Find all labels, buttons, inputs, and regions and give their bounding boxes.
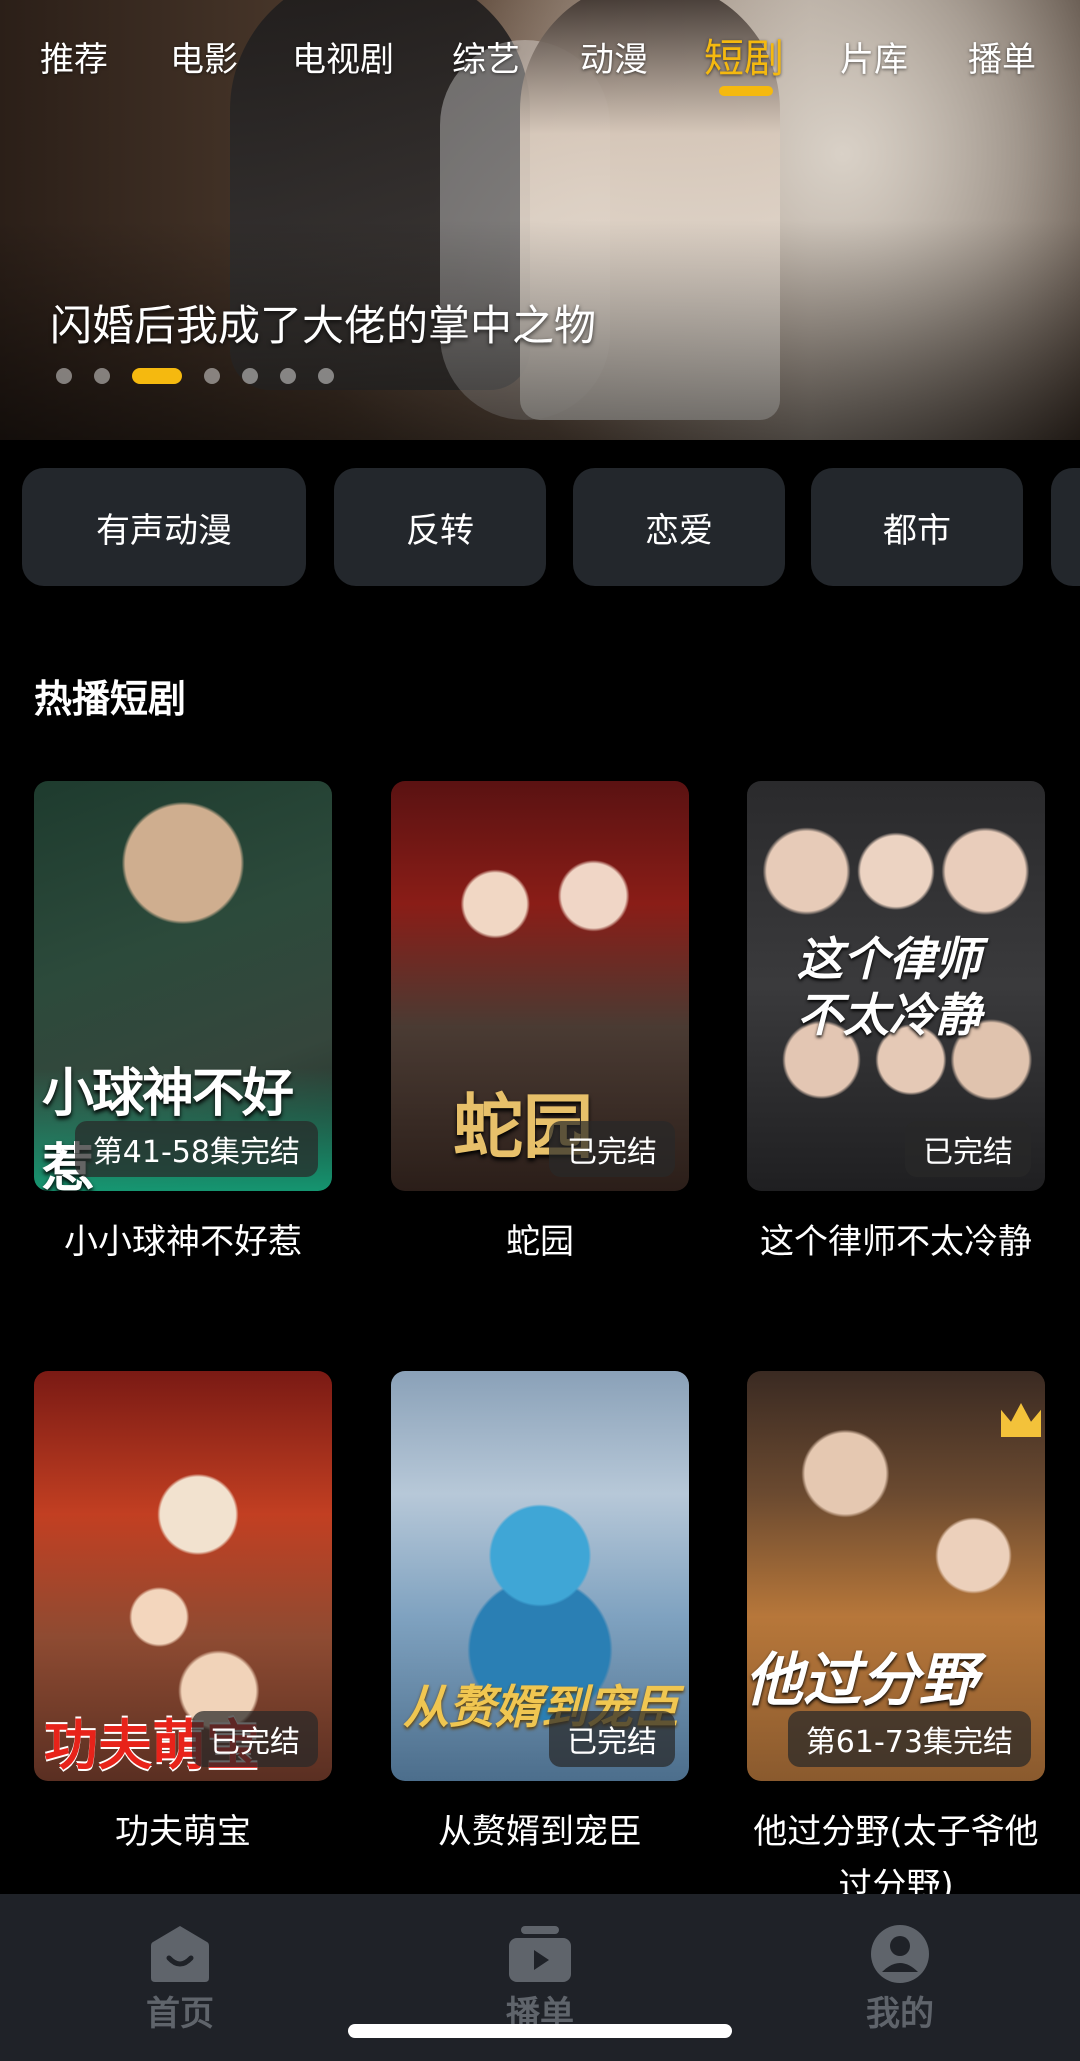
tab-library[interactable]: 片库 — [840, 32, 908, 81]
hero-title[interactable]: 闪婚后我成了大佬的掌中之物 — [50, 292, 596, 353]
tab-variety[interactable]: 综艺 — [452, 32, 520, 81]
hero-banner[interactable]: 推荐 电影 电视剧 综艺 动漫 短剧 片库 播单 闪婚后我成了大佬的掌中之物 — [0, 0, 1080, 440]
poster-title-art: 他过分野 — [747, 1646, 978, 1714]
nav-home-label: 首页 — [146, 1994, 214, 2034]
carousel-dot[interactable] — [280, 368, 296, 384]
drama-title[interactable]: 蛇园 — [391, 1215, 689, 1269]
profile-icon — [871, 1925, 929, 1983]
carousel-dot-active[interactable] — [132, 368, 182, 384]
tab-short-drama[interactable]: 短剧 — [704, 26, 784, 84]
category-chips: 有声动漫 反转 恋爱 都市 — [0, 468, 1080, 586]
drama-title[interactable]: 他过分野(太子爷他过分野) — [747, 1805, 1045, 1894]
section-title: 热播短剧 — [34, 677, 187, 721]
carousel-dot[interactable] — [204, 368, 220, 384]
nav-profile[interactable]: 我的 — [820, 1924, 980, 2035]
carousel-dot[interactable] — [242, 368, 258, 384]
playlist-icon — [509, 1926, 571, 1982]
chip-more[interactable] — [1051, 468, 1080, 586]
drama-poster[interactable]: 功夫萌宝 已完结 — [34, 1371, 332, 1781]
top-tab-bar: 推荐 电影 电视剧 综艺 动漫 短剧 片库 播单 — [0, 20, 1080, 110]
episode-badge: 第41-58集完结 — [74, 1121, 318, 1177]
poster-title-art: 这个律师不太冷静 — [797, 932, 981, 1042]
chip-reversal[interactable]: 反转 — [334, 468, 546, 586]
drama-card[interactable]: 小球神不好惹 第41-58集完结 小小球神不好惹 — [34, 781, 332, 1269]
tab-anime[interactable]: 动漫 — [580, 32, 648, 81]
episode-badge: 第61-73集完结 — [787, 1711, 1031, 1767]
episode-badge: 已完结 — [549, 1121, 675, 1177]
drama-card[interactable]: 他过分野 第61-73集完结 他过分野(太子爷他过分野) — [747, 1371, 1045, 1894]
active-tab-indicator — [719, 86, 773, 96]
nav-playlist[interactable]: 播单 — [460, 1924, 620, 2035]
carousel-dot[interactable] — [318, 368, 334, 384]
nav-home[interactable]: 首页 — [100, 1924, 260, 2035]
drama-card[interactable]: 从赘婿到宠臣 已完结 从赘婿到宠臣 — [391, 1371, 689, 1859]
drama-poster[interactable]: 蛇园 已完结 — [391, 781, 689, 1191]
crown-icon — [1001, 1403, 1041, 1437]
drama-title[interactable]: 这个律师不太冷静 — [747, 1215, 1045, 1269]
drama-title[interactable]: 小小球神不好惹 — [34, 1215, 332, 1269]
drama-poster[interactable]: 从赘婿到宠臣 已完结 — [391, 1371, 689, 1781]
drama-poster[interactable]: 他过分野 第61-73集完结 — [747, 1371, 1045, 1781]
drama-card[interactable]: 这个律师不太冷静 已完结 这个律师不太冷静 — [747, 781, 1045, 1269]
drama-poster[interactable]: 这个律师不太冷静 已完结 — [747, 781, 1045, 1191]
tab-tv-series[interactable]: 电视剧 — [292, 32, 394, 81]
tab-playlist[interactable]: 播单 — [968, 32, 1036, 81]
nav-profile-label: 我的 — [866, 1994, 934, 2034]
chip-romance[interactable]: 恋爱 — [573, 468, 785, 586]
episode-badge: 已完结 — [192, 1711, 318, 1767]
carousel-dot[interactable] — [56, 368, 72, 384]
carousel-dot[interactable] — [94, 368, 110, 384]
drama-poster[interactable]: 小球神不好惹 第41-58集完结 — [34, 781, 332, 1191]
home-icon — [151, 1926, 209, 1982]
chip-urban[interactable]: 都市 — [811, 468, 1023, 586]
drama-title[interactable]: 从赘婿到宠臣 — [391, 1805, 689, 1859]
home-indicator — [348, 2024, 732, 2038]
episode-badge: 已完结 — [549, 1711, 675, 1767]
chip-audio-anime[interactable]: 有声动漫 — [22, 468, 306, 586]
tab-recommend[interactable]: 推荐 — [40, 32, 108, 81]
tab-movies[interactable]: 电影 — [170, 32, 238, 81]
drama-card[interactable]: 蛇园 已完结 蛇园 — [391, 781, 689, 1269]
episode-badge: 已完结 — [905, 1121, 1031, 1177]
drama-title[interactable]: 功夫萌宝 — [34, 1805, 332, 1859]
drama-card[interactable]: 功夫萌宝 已完结 功夫萌宝 — [34, 1371, 332, 1859]
